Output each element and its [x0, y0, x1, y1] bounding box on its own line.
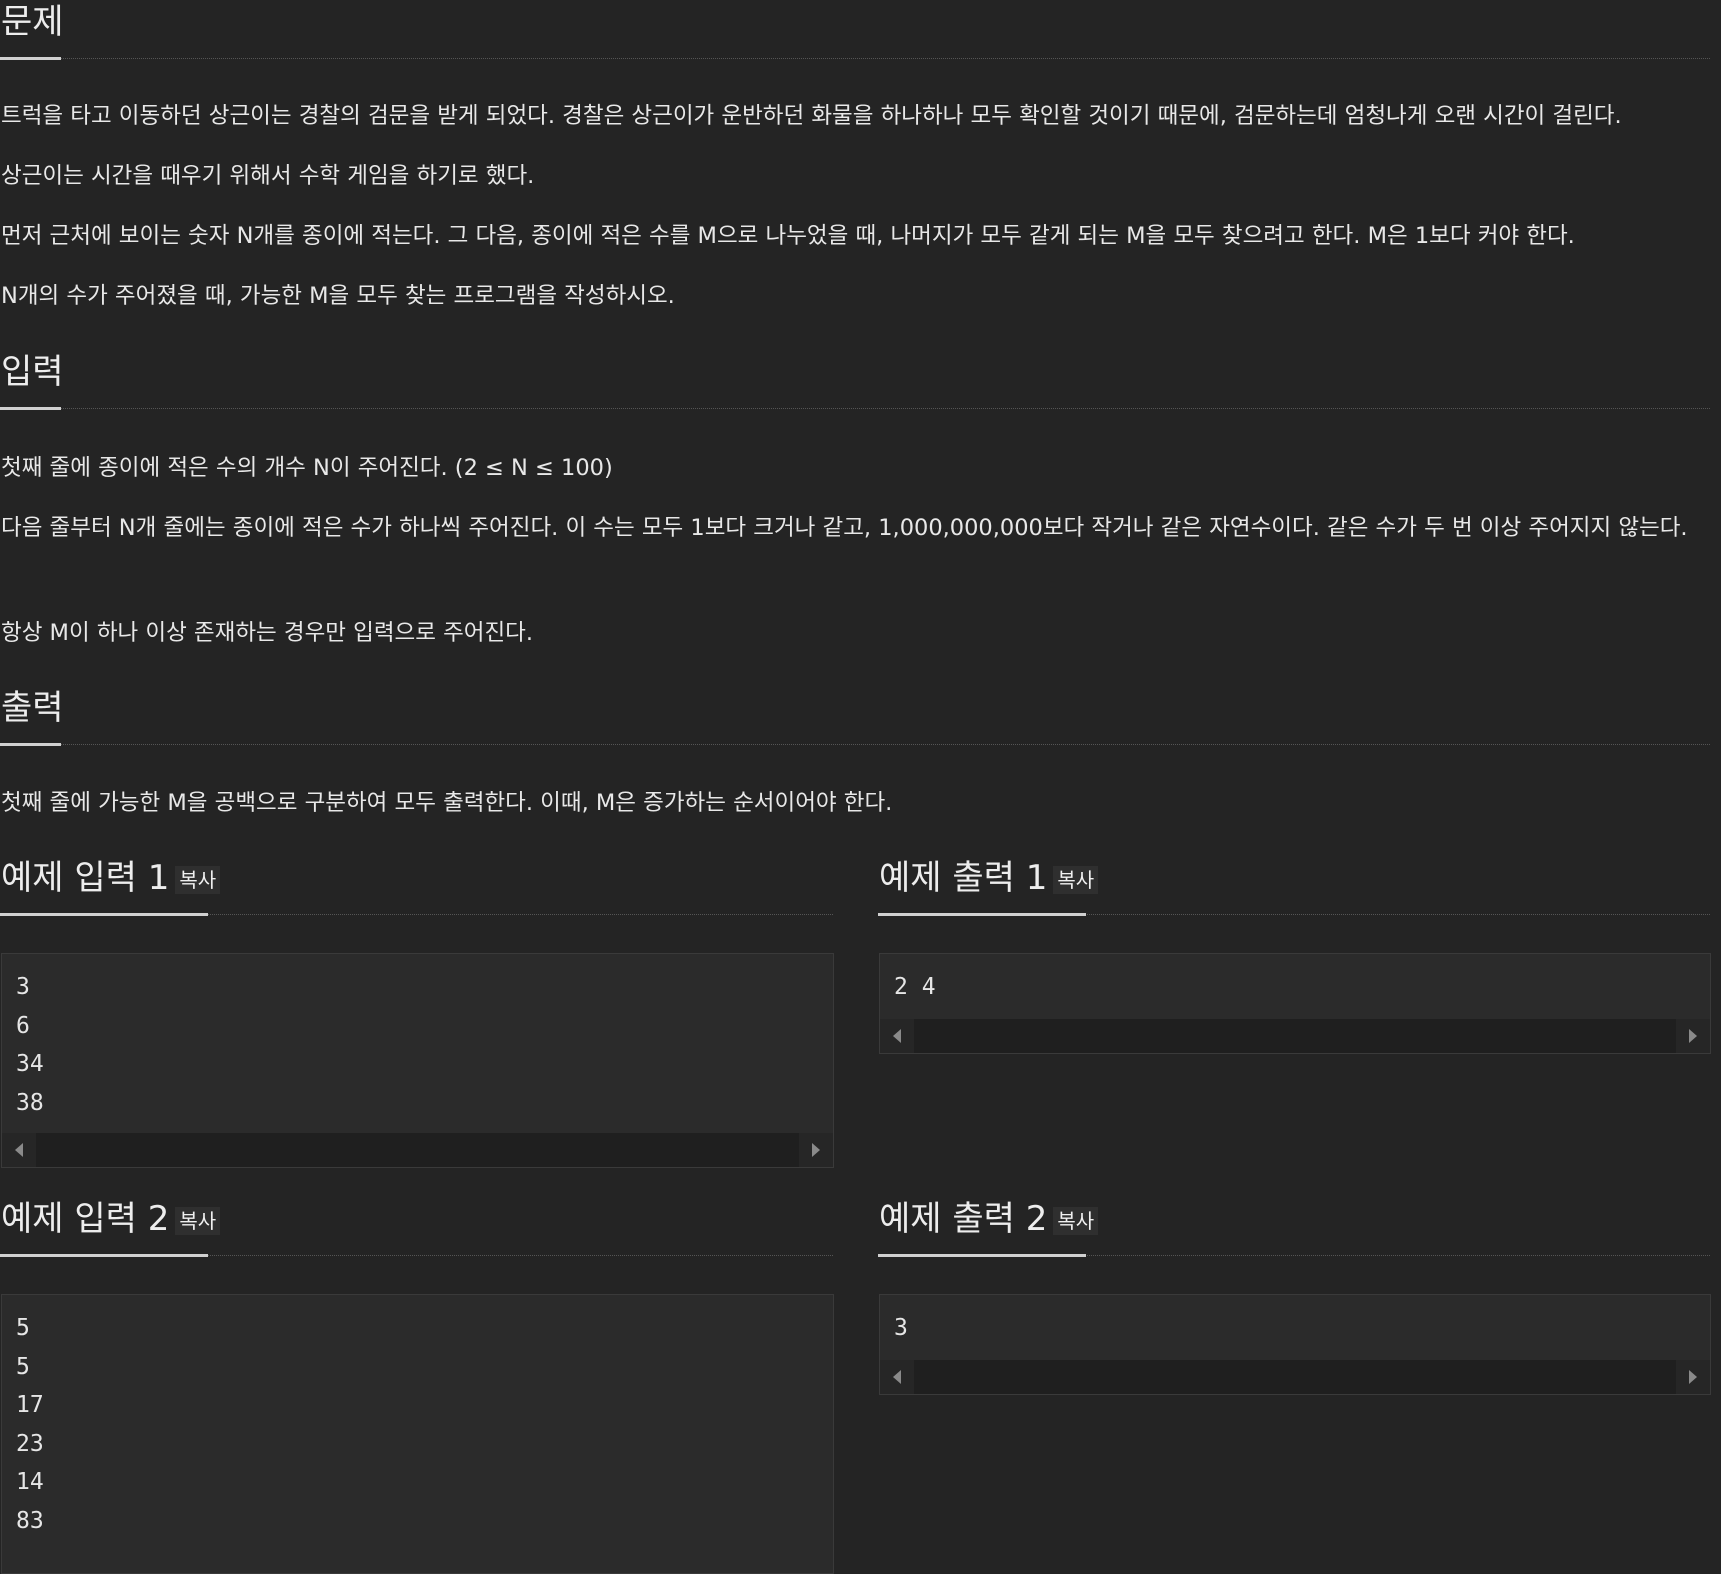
input-paragraph: 다음 줄부터 N개 줄에는 종이에 적은 수가 하나씩 주어진다. 이 수는 모…	[1, 515, 1688, 541]
input-heading: 입력	[1, 352, 64, 392]
sample-line: 83	[16, 1507, 44, 1534]
sample-input-2-box[interactable]: 5 5 17 23 14 83	[1, 1294, 834, 1574]
sample-line: 34	[16, 1051, 44, 1077]
problem-heading-bar: 문제	[0, 0, 1710, 60]
scrollbar-track[interactable]	[36, 1133, 799, 1167]
heading-underline	[0, 743, 61, 746]
copy-button[interactable]: 복사	[175, 1207, 221, 1235]
sample-output-2-title-text: 예제 출력 2	[879, 1199, 1048, 1239]
input-paragraph: 첫째 줄에 종이에 적은 수의 개수 N이 주어진다. (2 ≤ N ≤ 100…	[1, 455, 613, 481]
problem-paragraph: N개의 수가 주어졌을 때, 가능한 M을 모두 찾는 프로그램을 작성하시오.	[1, 283, 675, 309]
sample-input-2-content: 5 5 17 23 14 83	[2, 1295, 833, 1540]
problem-paragraph: 먼저 근처에 보이는 숫자 N개를 종이에 적는다. 그 다음, 종이에 적은 …	[1, 223, 1575, 249]
sample-input-1-title: 예제 입력 1 복사	[1, 856, 221, 900]
scroll-left-arrow-icon[interactable]	[2, 1133, 36, 1167]
sample-line: 3	[894, 1315, 908, 1341]
sample-input-1-heading-bar: 예제 입력 1 복사	[0, 856, 833, 916]
scrollbar-track[interactable]	[914, 1019, 1676, 1053]
sample-line: 5	[16, 1315, 30, 1341]
sample-line: 14	[16, 1469, 44, 1495]
scrollbar-track[interactable]	[914, 1360, 1676, 1394]
horizontal-scrollbar[interactable]	[880, 1360, 1710, 1394]
sample-output-1-title-text: 예제 출력 1	[879, 858, 1048, 898]
sample-output-1-heading-bar: 예제 출력 1 복사	[878, 856, 1710, 916]
sample-input-2-title-text: 예제 입력 2	[1, 1199, 170, 1239]
sample-line: 23	[16, 1430, 44, 1457]
sample-output-1-title: 예제 출력 1 복사	[879, 856, 1099, 900]
sample-input-1-box[interactable]: 3 6 34 38	[1, 953, 834, 1168]
output-paragraph: 첫째 줄에 가능한 M을 공백으로 구분하여 모두 출력한다. 이때, M은 증…	[1, 790, 893, 816]
sample-output-2-content: 3	[880, 1295, 1710, 1348]
sample-line: 17	[16, 1392, 44, 1418]
heading-underline	[0, 913, 208, 916]
sample-output-2-title: 예제 출력 2 복사	[879, 1197, 1099, 1241]
problem-paragraph: 트럭을 타고 이동하던 상근이는 경찰의 검문을 받게 되었다. 경찰은 상근이…	[1, 103, 1622, 129]
sample-input-2-title: 예제 입력 2 복사	[1, 1197, 221, 1241]
sample-output-2-box[interactable]: 3	[879, 1294, 1711, 1395]
input-paragraph: 항상 M이 하나 이상 존재하는 경우만 입력으로 주어진다.	[1, 620, 534, 646]
copy-button[interactable]: 복사	[1053, 866, 1099, 894]
scroll-left-arrow-icon[interactable]	[880, 1360, 914, 1394]
sample-output-1-content: 2 4	[880, 954, 1710, 1007]
heading-underline	[0, 1254, 208, 1257]
heading-underline	[0, 57, 61, 60]
heading-underline	[878, 913, 1086, 916]
sample-input-2-heading-bar: 예제 입력 2 복사	[0, 1197, 833, 1257]
sample-output-2-heading-bar: 예제 출력 2 복사	[878, 1197, 1710, 1257]
horizontal-scrollbar[interactable]	[2, 1133, 833, 1167]
problem-paragraph: 상근이는 시간을 때우기 위해서 수학 게임을 하기로 했다.	[1, 163, 535, 189]
scroll-left-arrow-icon[interactable]	[880, 1019, 914, 1053]
sample-line: 6	[16, 1012, 30, 1039]
sample-line: 3	[16, 974, 30, 1000]
scroll-right-arrow-icon[interactable]	[1676, 1019, 1710, 1053]
sample-line: 2 4	[894, 974, 936, 1000]
scroll-right-arrow-icon[interactable]	[799, 1133, 833, 1167]
input-heading-bar: 입력	[0, 350, 1710, 410]
copy-button[interactable]: 복사	[1053, 1207, 1099, 1235]
sample-line: 5	[16, 1353, 30, 1380]
sample-input-1-title-text: 예제 입력 1	[1, 858, 170, 898]
heading-underline	[0, 407, 61, 410]
heading-underline	[878, 1254, 1086, 1257]
horizontal-scrollbar[interactable]	[880, 1019, 1710, 1053]
sample-output-1-box[interactable]: 2 4	[879, 953, 1711, 1054]
scroll-right-arrow-icon[interactable]	[1676, 1360, 1710, 1394]
copy-button[interactable]: 복사	[175, 866, 221, 894]
output-heading: 출력	[1, 688, 64, 728]
problem-heading: 문제	[1, 2, 64, 42]
sample-line: 38	[16, 1089, 44, 1116]
output-heading-bar: 출력	[0, 686, 1710, 746]
sample-input-1-content: 3 6 34 38	[2, 954, 833, 1122]
